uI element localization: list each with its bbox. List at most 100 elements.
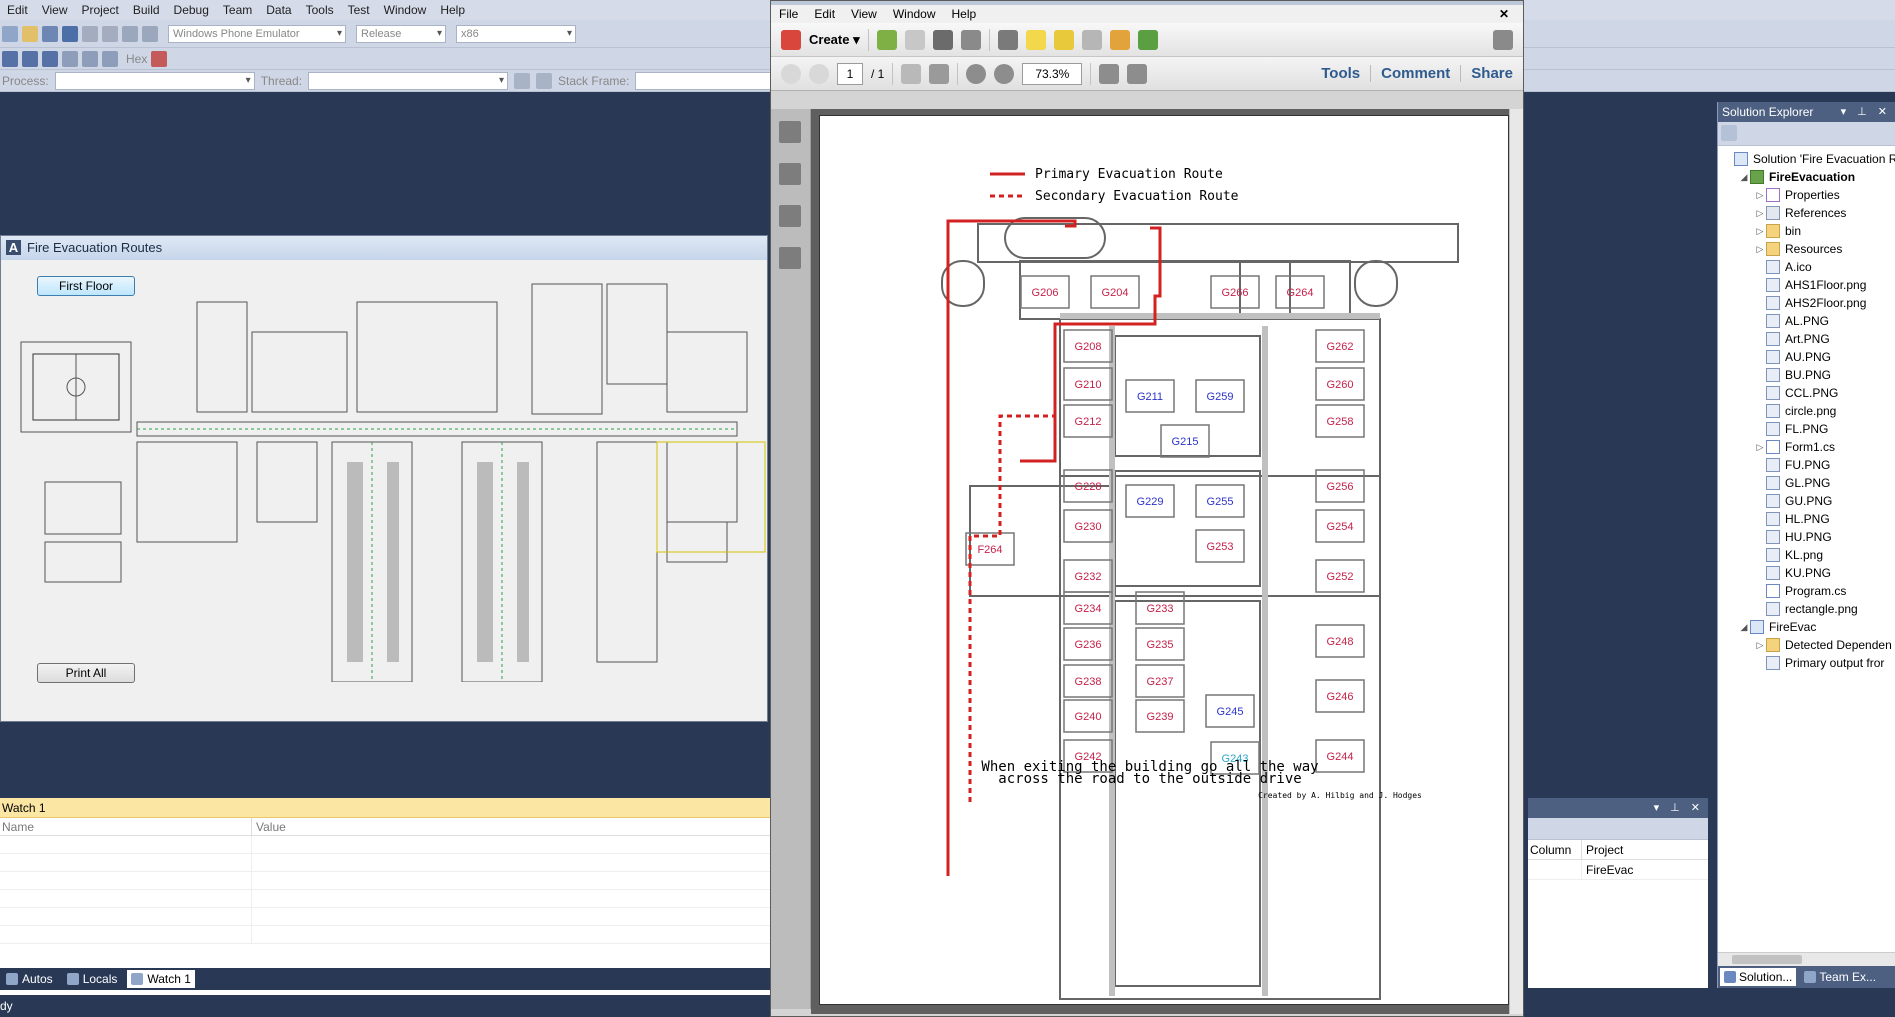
value-column-header[interactable]: Value	[252, 818, 286, 835]
project-header[interactable]: Project	[1582, 840, 1623, 859]
solution-tree-item[interactable]: A.ico	[1754, 258, 1812, 276]
expander-icon[interactable]: ▷	[1754, 226, 1766, 237]
navigate-icon[interactable]	[122, 25, 138, 42]
vs-menu-debug[interactable]: Debug	[167, 0, 216, 20]
solution-tree-item[interactable]: Primary output fror	[1754, 654, 1884, 672]
close-document-icon[interactable]: ✕	[1491, 7, 1517, 21]
scroll-thumb[interactable]	[1732, 955, 1802, 964]
vs-menu-build[interactable]: Build	[126, 0, 167, 20]
solution-tree-item[interactable]: HL.PNG	[1754, 510, 1830, 528]
step-into-icon[interactable]	[62, 50, 78, 67]
expander-icon[interactable]: ▷	[1754, 442, 1766, 453]
watch-row[interactable]	[0, 926, 770, 944]
solution-tree-item[interactable]: FU.PNG	[1754, 456, 1830, 474]
share-pane-link[interactable]: Share	[1460, 65, 1523, 82]
breakpoints-icon[interactable]	[151, 50, 168, 67]
filter-icon[interactable]	[536, 72, 553, 89]
redo-icon[interactable]	[102, 25, 118, 42]
open-icon[interactable]	[22, 25, 38, 42]
vs-menu-project[interactable]: Project	[74, 0, 125, 20]
page-thumbnails-icon[interactable]	[779, 121, 801, 143]
undo-icon[interactable]	[82, 25, 98, 42]
menu-window[interactable]: Window	[885, 7, 944, 21]
solution-tree-item[interactable]: circle.png	[1754, 402, 1836, 420]
expander-icon[interactable]: ◢	[1738, 622, 1750, 633]
sign-icon[interactable]	[1081, 29, 1102, 50]
horizontal-scrollbar[interactable]	[1718, 952, 1895, 966]
watch-row[interactable]	[0, 854, 770, 872]
solution-tree-item[interactable]: Solution 'Fire Evacuation R	[1722, 150, 1895, 168]
step-out-icon[interactable]	[102, 50, 118, 67]
create-button[interactable]: Create ▾	[809, 32, 860, 48]
watch-row[interactable]	[0, 872, 770, 890]
tab-solution-explorer[interactable]: Solution...	[1720, 968, 1797, 986]
document-scrollbar[interactable]	[1509, 109, 1523, 1014]
configuration-combo[interactable]: Release	[356, 24, 446, 43]
solution-tree-item[interactable]: GU.PNG	[1754, 492, 1832, 510]
stop-icon[interactable]	[22, 50, 38, 67]
break-all-icon[interactable]	[2, 50, 18, 67]
error-row[interactable]: FireEvac	[1528, 860, 1708, 880]
vs-menu-view[interactable]: View	[35, 0, 75, 20]
expander-icon[interactable]: ◢	[1738, 172, 1750, 183]
properties-icon[interactable]	[1721, 125, 1737, 141]
restart-icon[interactable]	[42, 50, 58, 67]
solution-tree-item[interactable]: ◢ FireEvac	[1738, 618, 1816, 636]
zoom-in-icon[interactable]	[994, 63, 1015, 84]
pane-controls-icon[interactable]: ▾ ⊥ ✕	[1654, 801, 1704, 814]
step-over-icon[interactable]	[82, 50, 98, 67]
tab-team-explorer[interactable]: Team Ex...	[1800, 968, 1880, 986]
column-header[interactable]: Column	[1528, 840, 1582, 859]
tools-pane-link[interactable]: Tools	[1311, 65, 1370, 82]
comment-icon[interactable]	[1025, 29, 1046, 50]
fit-width-icon[interactable]	[1127, 63, 1148, 84]
expander-icon[interactable]: ▷	[1754, 190, 1766, 201]
hand-tool-icon[interactable]	[929, 63, 950, 84]
menu-file[interactable]: File	[771, 7, 806, 21]
solution-tree-item[interactable]: Art.PNG	[1754, 330, 1830, 348]
solution-tree-item[interactable]: CCL.PNG	[1754, 384, 1838, 402]
export-icon[interactable]	[1109, 29, 1130, 50]
print-icon[interactable]	[932, 29, 953, 50]
watch-row[interactable]	[0, 890, 770, 908]
expander-icon[interactable]: ▷	[1754, 208, 1766, 219]
pane-controls-icon[interactable]: ▾ ⊥ ✕	[1841, 102, 1891, 122]
menu-help[interactable]: Help	[944, 7, 985, 21]
solution-tree-item[interactable]: FL.PNG	[1754, 420, 1828, 438]
target-device-combo[interactable]: Windows Phone Emulator	[168, 24, 346, 43]
start-icon[interactable]	[142, 25, 158, 42]
comment-pane-link[interactable]: Comment	[1370, 65, 1460, 82]
vs-menu-help[interactable]: Help	[433, 0, 472, 20]
name-column-header[interactable]: Name	[0, 818, 252, 835]
flag-icon[interactable]	[514, 72, 531, 89]
thread-combo[interactable]	[308, 71, 509, 90]
solution-tree-item[interactable]: KL.png	[1754, 546, 1823, 564]
vs-menu-window[interactable]: Window	[377, 0, 434, 20]
solution-tree-item[interactable]: AU.PNG	[1754, 348, 1831, 366]
save-icon[interactable]	[904, 29, 925, 50]
platform-combo[interactable]: x86	[456, 24, 576, 43]
vs-menu-tools[interactable]: Tools	[299, 0, 341, 20]
solution-tree-item[interactable]: KU.PNG	[1754, 564, 1831, 582]
vs-menu-team[interactable]: Team	[216, 0, 259, 20]
next-page-icon[interactable]	[809, 63, 829, 84]
expander-icon[interactable]: ▷	[1754, 640, 1766, 651]
attachments-icon[interactable]	[779, 205, 801, 227]
bookmarks-icon[interactable]	[779, 163, 801, 185]
settings-icon[interactable]	[997, 29, 1018, 50]
zoom-combo[interactable]: 73.3%	[1022, 62, 1083, 85]
expander-icon[interactable]: ▷	[1754, 244, 1766, 255]
zoom-out-icon[interactable]	[966, 63, 987, 84]
signatures-icon[interactable]	[779, 247, 801, 269]
open-icon[interactable]	[876, 29, 897, 50]
tab-autos[interactable]: Autos	[2, 970, 57, 988]
solution-tree-item[interactable]: rectangle.png	[1754, 600, 1858, 618]
page-number-input[interactable]: 1	[837, 62, 863, 85]
solution-tree-item[interactable]: ▷ bin	[1754, 222, 1801, 240]
solution-tree-item[interactable]: AHS1Floor.png	[1754, 276, 1866, 294]
save-icon[interactable]	[42, 25, 58, 42]
vs-menu-data[interactable]: Data	[259, 0, 298, 20]
watch-row[interactable]	[0, 836, 770, 854]
solution-tree-item[interactable]: ▷ Resources	[1754, 240, 1842, 258]
solution-tree-item[interactable]: GL.PNG	[1754, 474, 1830, 492]
